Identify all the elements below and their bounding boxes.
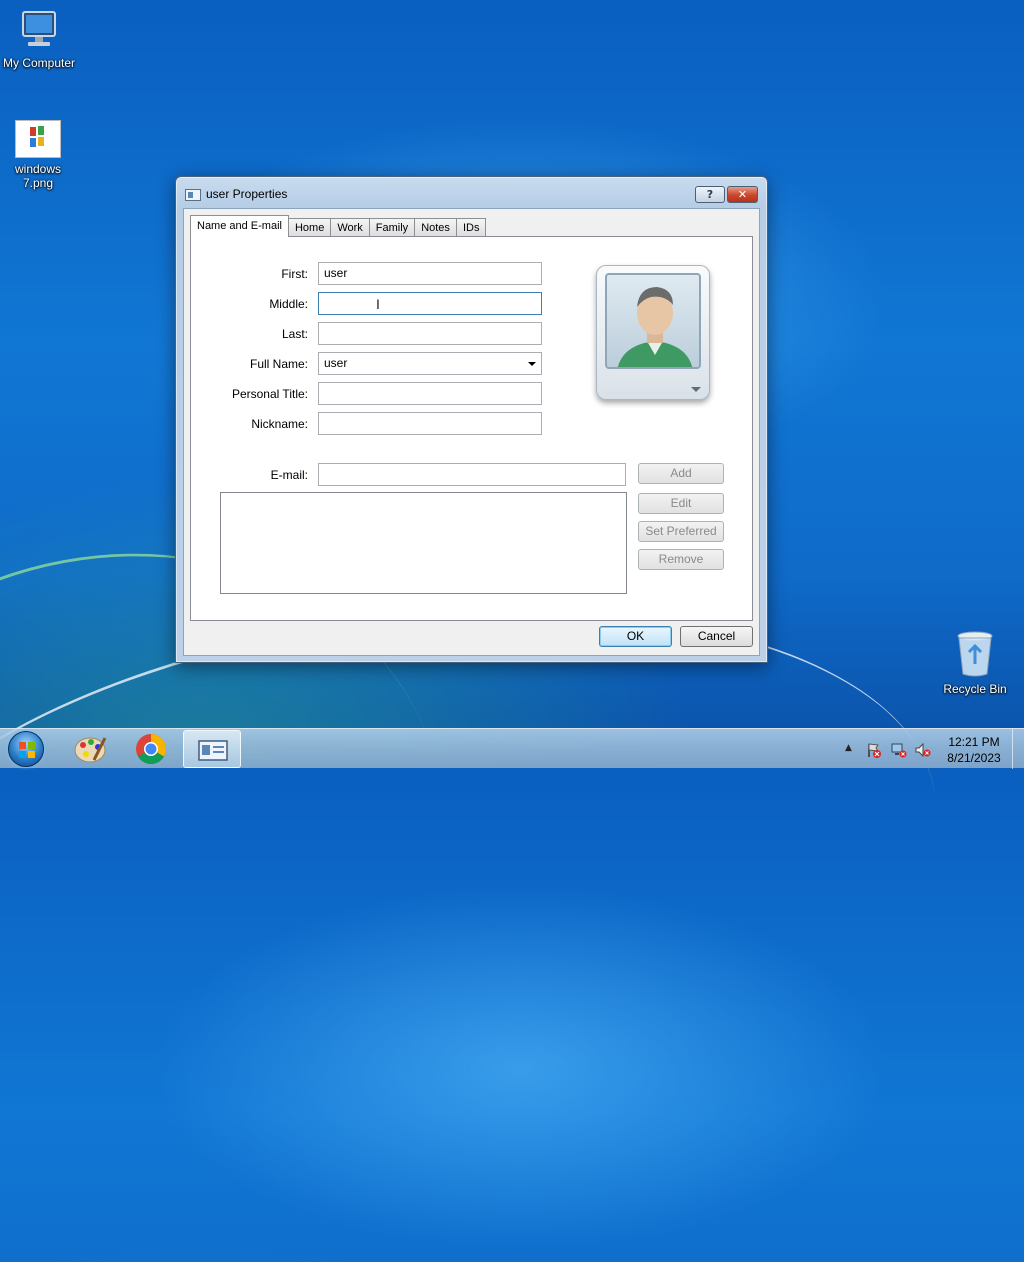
tab-notes[interactable]: Notes	[414, 218, 457, 237]
personal-title-label: Personal Title:	[231, 387, 308, 401]
picture-menu-arrow-icon[interactable]	[691, 387, 701, 392]
text-cursor-icon: I	[376, 296, 380, 312]
clock-date: 8/21/2023	[947, 751, 1001, 765]
contact-picture-button[interactable]	[596, 265, 710, 400]
chrome-icon	[136, 734, 167, 765]
show-hidden-icons-button[interactable]: ▲	[845, 743, 861, 759]
last-name-label: Last:	[281, 327, 308, 341]
clock-time: 12:21 PM	[948, 735, 1000, 749]
recycle-bin-label: Recycle Bin	[943, 682, 1007, 696]
add-email-button[interactable]: Add	[638, 463, 724, 484]
ok-button[interactable]: OK	[599, 626, 672, 647]
title-bar[interactable]: user Properties ? ✕	[176, 177, 767, 209]
my-computer-desktop-icon[interactable]: My Computer	[0, 8, 81, 70]
first-name-label: First:	[281, 267, 308, 281]
close-icon: ✕	[737, 188, 748, 201]
taskbar-chrome[interactable]	[122, 730, 180, 768]
computer-icon	[17, 8, 61, 52]
windows-logo-icon	[19, 742, 35, 758]
nickname-label: Nickname:	[251, 417, 308, 431]
user-properties-dialog: user Properties ? ✕ Name and E-mail Home…	[175, 176, 768, 663]
dialog-client-area: Name and E-mail Home Work Family Notes I…	[183, 208, 760, 656]
tab-name-and-email[interactable]: Name and E-mail	[190, 215, 289, 237]
paint-palette-icon	[74, 737, 107, 763]
personal-title-field[interactable]	[318, 382, 542, 405]
full-name-value: user	[324, 356, 348, 370]
windows7-png-desktop-icon[interactable]: windows 7.png	[0, 120, 80, 190]
network-icon[interactable]	[891, 742, 907, 758]
system-clock[interactable]: 12:21 PM 8/21/2023	[940, 734, 1008, 766]
close-button[interactable]: ✕	[727, 186, 758, 203]
tab-ids[interactable]: IDs	[455, 218, 487, 237]
volume-muted-icon[interactable]	[915, 742, 931, 758]
chevron-down-icon[interactable]	[528, 362, 536, 366]
email-list[interactable]	[220, 492, 627, 594]
taskbar: ▲ 12:21 PM 8/21/2023	[0, 728, 1024, 769]
email-input[interactable]	[318, 463, 626, 486]
email-label: E-mail:	[270, 468, 308, 482]
remove-email-button[interactable]: Remove	[638, 549, 724, 570]
full-name-combobox[interactable]: user	[318, 352, 542, 375]
show-desktop-button[interactable]	[1012, 729, 1024, 769]
first-name-field[interactable]: user	[318, 262, 542, 285]
help-button[interactable]: ?	[695, 186, 725, 203]
cancel-button[interactable]: Cancel	[680, 626, 753, 647]
image-file-icon	[15, 120, 61, 158]
contact-avatar	[605, 273, 701, 369]
taskbar-contact-properties[interactable]	[183, 730, 241, 768]
tab-strip: Name and E-mail Home Work Family Notes I…	[190, 215, 487, 237]
full-name-label: Full Name:	[249, 357, 308, 371]
recycle-bin-icon	[955, 630, 995, 678]
tab-family[interactable]: Family	[368, 218, 416, 237]
name-and-email-panel: First: Middle: Last: Full Name: Personal…	[190, 236, 753, 621]
tab-work[interactable]: Work	[330, 218, 370, 237]
recycle-bin-desktop-icon[interactable]: Recycle Bin	[933, 630, 1017, 696]
edit-email-button[interactable]: Edit	[638, 493, 724, 514]
my-computer-label: My Computer	[2, 56, 76, 70]
contact-card-icon	[185, 189, 201, 201]
middle-name-label: Middle:	[269, 297, 308, 311]
start-button[interactable]	[8, 731, 44, 767]
action-center-flag-icon[interactable]	[866, 742, 882, 758]
set-preferred-button[interactable]: Set Preferred	[638, 521, 724, 542]
last-name-field[interactable]	[318, 322, 542, 345]
nickname-field[interactable]	[318, 412, 542, 435]
dialog-title: user Properties	[206, 187, 288, 201]
middle-name-field[interactable]: I	[318, 292, 542, 315]
tab-home[interactable]: Home	[287, 218, 332, 237]
contact-card-icon	[198, 740, 228, 761]
windows7-png-label: windows 7.png	[14, 162, 62, 190]
taskbar-paint[interactable]	[61, 730, 119, 768]
